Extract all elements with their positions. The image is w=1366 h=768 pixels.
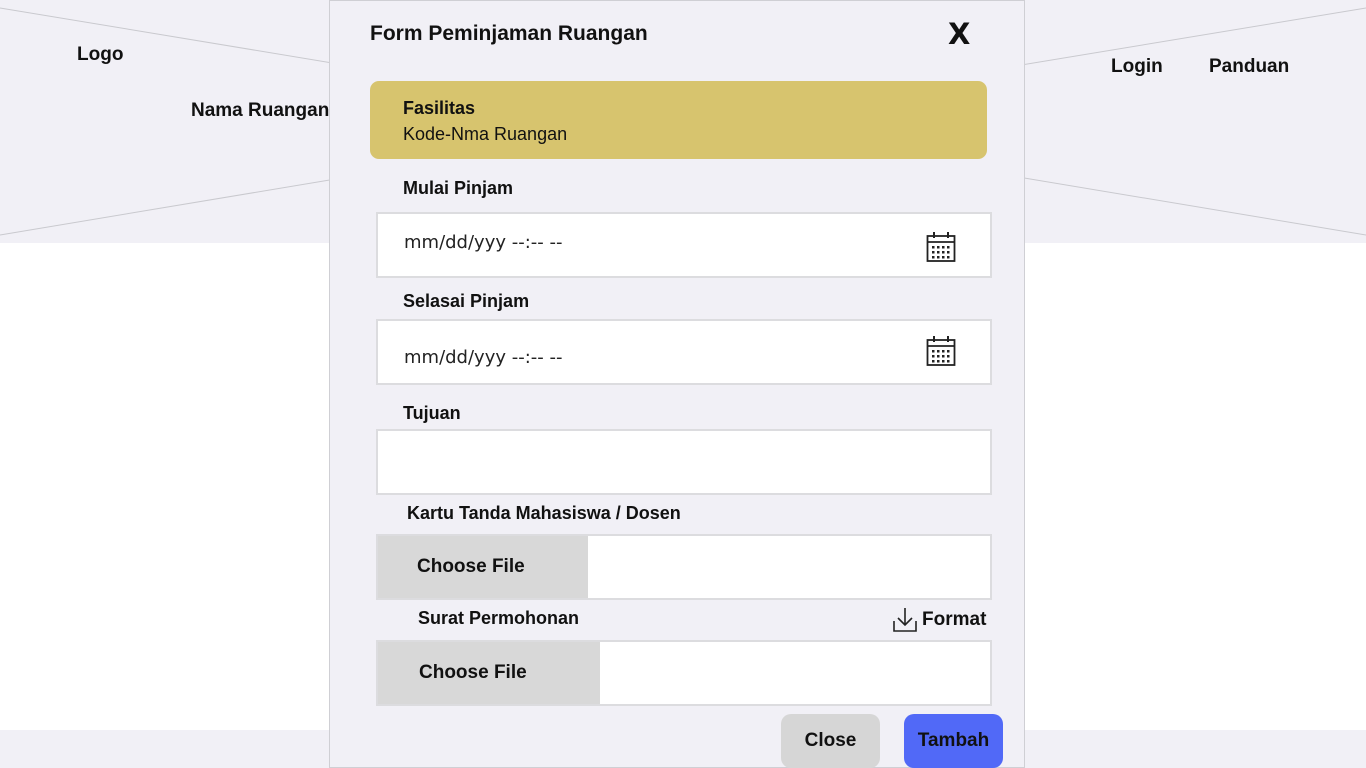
format-download-link[interactable]: Format — [892, 606, 986, 634]
end-date-label: Selasai Pinjam — [403, 291, 530, 311]
purpose-input[interactable] — [376, 429, 992, 495]
download-icon — [893, 608, 917, 632]
start-datetime-input[interactable]: mm/dd/yyy --:-- -- — [376, 212, 992, 278]
room-name-text: Nama Ruangan — [191, 100, 330, 121]
end-datetime-input[interactable]: mm/dd/yyy --:-- -- — [376, 319, 992, 385]
purpose-label: Tujuan — [403, 403, 461, 423]
modal-title: Form Peminjaman Ruangan — [370, 22, 648, 45]
close-button[interactable]: Close — [781, 714, 880, 768]
id-card-choose-file-button[interactable]: Choose File — [378, 536, 588, 598]
id-card-label: Kartu Tanda Mahasiswa / Dosen — [407, 503, 681, 523]
request-letter-label: Surat Permohonan — [418, 608, 580, 628]
start-datetime-placeholder: mm/dd/yyy --:-- -- — [404, 232, 563, 253]
logo: Logo — [77, 44, 124, 65]
facility-room-code: Kode-Nma Ruangan — [403, 124, 568, 144]
close-icon[interactable]: X — [948, 17, 970, 51]
calendar-icon[interactable] — [926, 335, 956, 367]
format-link-label: Format — [922, 609, 987, 630]
nav-login-link[interactable]: Login — [1111, 56, 1163, 78]
nav-guide-link[interactable]: Panduan — [1209, 56, 1289, 78]
id-card-file-input[interactable]: Choose File — [376, 534, 992, 600]
end-datetime-placeholder: mm/dd/yyy --:-- -- — [404, 347, 563, 368]
request-letter-choose-file-button[interactable]: Choose File — [378, 642, 600, 704]
facility-card: Fasilitas Kode-Nma Ruangan — [370, 81, 987, 159]
calendar-icon[interactable] — [926, 231, 956, 263]
facility-title: Fasilitas — [403, 98, 476, 118]
add-button[interactable]: Tambah — [904, 714, 1003, 768]
room-booking-modal: Form Peminjaman Ruangan X Fasilitas Kode… — [329, 0, 1025, 768]
request-letter-file-input[interactable]: Choose File — [376, 640, 992, 706]
start-date-label: Mulai Pinjam — [403, 178, 514, 198]
